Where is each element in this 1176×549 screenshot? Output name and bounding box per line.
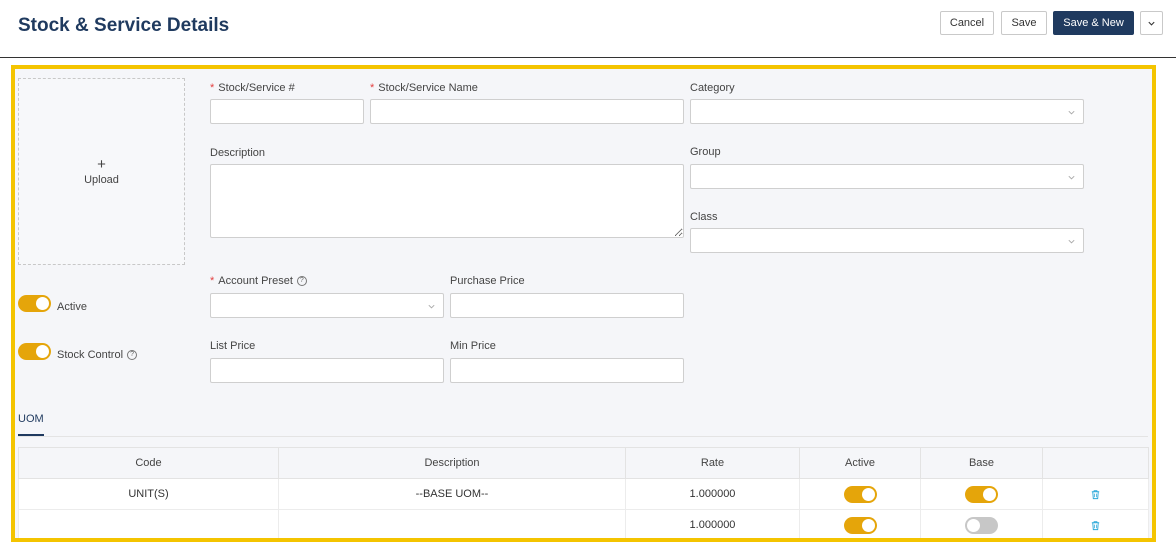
row-base-toggle[interactable] [965, 485, 998, 503]
purchase-price-input[interactable] [450, 293, 684, 318]
stock-name-input[interactable] [370, 99, 684, 124]
column-header-base: Base [920, 447, 1043, 479]
column-header-actions [1042, 447, 1149, 479]
cell-rate[interactable]: 1.000000 [625, 509, 800, 538]
chevron-down-icon [1068, 239, 1075, 244]
category-select[interactable] [690, 99, 1084, 124]
account-preset-select[interactable] [210, 293, 444, 318]
toggle-knob [983, 487, 996, 501]
required-marker: * [210, 275, 215, 287]
trash-icon[interactable] [1090, 489, 1101, 500]
table-row: 1.000000 [18, 509, 1149, 538]
account-preset-label: * Account Preset ? [210, 275, 307, 287]
stock-number-label-text: Stock/Service # [218, 82, 295, 94]
stock-name-label-text: Stock/Service Name [378, 82, 478, 94]
column-header-description: Description [278, 447, 626, 479]
table-row: UNIT(S) --BASE UOM-- 1.000000 [18, 478, 1149, 510]
toggle-knob [861, 518, 875, 532]
toggle-knob [36, 345, 49, 358]
cell-code[interactable]: UNIT(S) [18, 478, 279, 510]
stock-details-form: + Upload * Stock/Service # * Stock/Servi… [11, 65, 1156, 542]
toggle-knob [36, 297, 49, 310]
cancel-button[interactable]: Cancel [940, 11, 994, 35]
stock-number-input[interactable] [210, 99, 364, 124]
cell-description[interactable]: --BASE UOM-- [278, 478, 626, 510]
cell-actions [1042, 478, 1149, 510]
row-active-toggle[interactable] [843, 516, 877, 534]
help-icon[interactable]: ? [127, 350, 138, 360]
min-price-label: Min Price [450, 340, 496, 352]
cell-active [799, 478, 921, 510]
cell-active [799, 509, 921, 538]
active-toggle[interactable] [18, 295, 51, 312]
cell-description[interactable] [278, 509, 626, 538]
cell-rate[interactable]: 1.000000 [625, 478, 800, 510]
class-select[interactable] [690, 228, 1084, 253]
cell-actions [1042, 509, 1149, 538]
more-options-button[interactable] [1140, 11, 1163, 35]
account-preset-label-text: Account Preset [218, 275, 293, 287]
page-header: Stock & Service Details Cancel Save Save… [0, 0, 1176, 58]
cell-base [920, 509, 1043, 538]
chevron-down-icon [1068, 175, 1075, 180]
column-header-rate: Rate [625, 447, 800, 479]
stock-control-toggle[interactable] [18, 343, 51, 360]
purchase-price-label: Purchase Price [450, 275, 525, 287]
tab-uom[interactable]: UOM [18, 413, 44, 436]
save-button[interactable]: Save [1001, 11, 1047, 35]
table-header-row: Code Description Rate Active Base [18, 447, 1149, 479]
column-header-active: Active [799, 447, 921, 479]
upload-label: Upload [84, 174, 119, 186]
class-label: Class [690, 211, 718, 223]
cell-base [920, 478, 1043, 510]
row-base-toggle[interactable] [965, 516, 998, 534]
category-label: Category [690, 82, 735, 94]
required-marker: * [210, 82, 215, 94]
image-upload[interactable]: + Upload [18, 78, 185, 265]
page-title: Stock & Service Details [18, 15, 230, 36]
stock-control-label: Stock Control ? [57, 349, 138, 361]
active-toggle-label: Active [57, 301, 87, 313]
group-label: Group [690, 146, 721, 158]
save-and-new-button[interactable]: Save & New [1053, 11, 1134, 35]
stock-number-label: * Stock/Service # [210, 82, 295, 94]
toggle-knob [861, 487, 875, 501]
column-header-code: Code [18, 447, 279, 479]
list-price-label: List Price [210, 340, 256, 352]
description-textarea[interactable] [210, 164, 684, 238]
required-marker: * [370, 82, 375, 94]
row-active-toggle[interactable] [843, 485, 877, 503]
min-price-input[interactable] [450, 358, 684, 383]
uom-table: Code Description Rate Active Base UNIT(S… [18, 447, 1149, 538]
chevron-down-icon [428, 304, 435, 309]
plus-icon: + [97, 156, 106, 173]
tab-divider [18, 436, 1148, 437]
trash-icon[interactable] [1090, 520, 1101, 531]
stock-name-label: * Stock/Service Name [370, 82, 478, 94]
cell-code[interactable] [18, 509, 279, 538]
group-select[interactable] [690, 164, 1084, 189]
toggle-knob [967, 518, 980, 532]
help-icon[interactable]: ? [296, 276, 307, 286]
stock-control-label-text: Stock Control [57, 349, 124, 361]
chevron-down-icon [1068, 110, 1075, 115]
list-price-input[interactable] [210, 358, 444, 383]
description-label: Description [210, 147, 266, 159]
chevron-down-icon [1148, 21, 1155, 26]
